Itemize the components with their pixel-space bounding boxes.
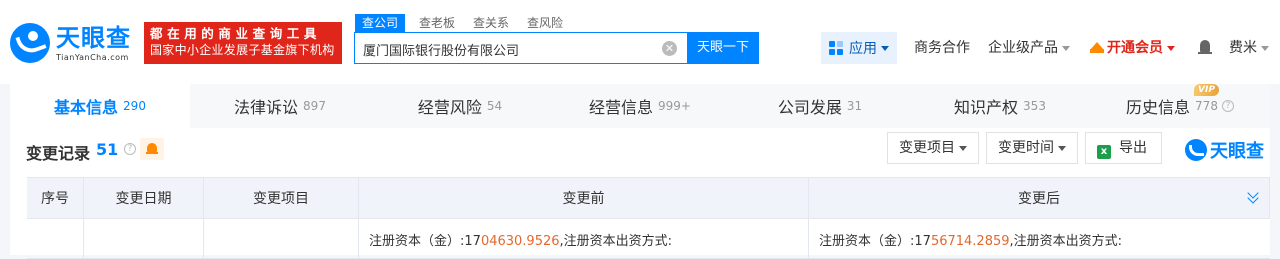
crown-icon [1090, 42, 1104, 53]
nav-business[interactable]: 商务合作 [914, 38, 970, 58]
vip-badge: VIP [1194, 84, 1219, 96]
search-tab-risk[interactable]: 查风险 [527, 14, 563, 32]
filter-change-time[interactable]: 变更时间 [986, 132, 1078, 164]
column-header: 变更项目 [204, 178, 359, 218]
chevron-down-icon [959, 145, 967, 151]
section-count: 51 [96, 140, 119, 159]
table-row: 注册资本（金）:1704630.9526,注册资本出资方式: 注册资本（金）:1… [27, 219, 1270, 259]
filter-label: 变更时间 [998, 140, 1054, 156]
bell-icon[interactable] [1198, 40, 1212, 56]
changed-value: 04630.9526 [480, 234, 560, 249]
nav-user[interactable]: 费米 [1229, 38, 1269, 58]
clear-icon[interactable]: ✕ [662, 41, 677, 56]
nav-vip[interactable]: 开通会员 [1090, 38, 1175, 58]
tab-count: 353 [1023, 99, 1046, 113]
export-button[interactable]: x 导出 [1085, 132, 1162, 164]
promo-line-1: 都在用的商业查询工具 [150, 26, 322, 41]
filter-change-item[interactable]: 变更项目 [887, 132, 979, 164]
search-tab-relation[interactable]: 查关系 [473, 14, 509, 32]
tab-label: 公司发展 [777, 98, 842, 117]
table-header: 序号 变更日期 变更项目 变更前 变更后 [27, 177, 1270, 219]
chevron-down-icon [881, 45, 889, 51]
chevron-down-icon [1167, 45, 1175, 51]
column-header: 变更后 [809, 178, 1270, 218]
tab-count: 897 [303, 99, 326, 113]
column-header: 序号 [27, 178, 84, 218]
company-detail-panel: 基本信息 290 法律诉讼 897 经营风险 54 经营信息 999+ 公司发展 31 知… [10, 84, 1270, 259]
bell-icon[interactable] [140, 138, 164, 160]
site-logo[interactable]: 天眼查 TianYanCha.com [10, 20, 138, 66]
tianyancha-watermark: 天眼查 [1185, 137, 1264, 163]
watermark-text: 天眼查 [1210, 141, 1264, 162]
search-input-value: 厦门国际银行股份有限公司 [363, 44, 520, 59]
apps-menu-button[interactable]: 应用 [821, 32, 897, 64]
logo-mark-icon [1185, 139, 1207, 161]
help-icon[interactable]: ? [124, 143, 136, 155]
chevron-down-icon [1058, 145, 1066, 151]
tab-label: 法律诉讼 [234, 98, 299, 117]
grid-icon [829, 41, 843, 55]
search-input[interactable]: 厦门国际银行股份有限公司 ✕ [354, 32, 687, 64]
tab-count: 999+ [658, 99, 691, 113]
logo-subtitle: TianYanCha.com [56, 52, 129, 62]
tab-legal[interactable]: 法律诉讼 897 [190, 84, 370, 128]
column-header: 变更前 [359, 178, 809, 218]
search-tab-boss[interactable]: 查老板 [419, 14, 455, 32]
tab-operation-info[interactable]: 经营信息 999+ [550, 84, 730, 128]
chevron-down-icon [1062, 45, 1070, 51]
change-record-header: 变更记录 51 ? [10, 128, 1270, 176]
nav-enterprise-products[interactable]: 企业级产品 [988, 38, 1070, 58]
search-tab-company[interactable]: 查公司 [355, 14, 406, 32]
detail-tabs: 基本信息 290 法律诉讼 897 经营风险 54 经营信息 999+ 公司发展 31 知… [10, 84, 1270, 128]
apps-menu-label: 应用 [849, 41, 877, 57]
logo-title: 天眼查 [56, 23, 131, 52]
column-header: 变更日期 [84, 178, 204, 218]
tab-development[interactable]: 公司发展 31 [730, 84, 910, 128]
tab-label: 历史信息 [1126, 98, 1191, 117]
top-header: 天眼查 TianYanCha.com 都在用的商业查询工具 国家中小企业发展子基… [0, 0, 1280, 84]
tab-count: 290 [123, 99, 146, 113]
tab-count: 778 [1195, 99, 1218, 113]
tab-count: 54 [486, 99, 503, 113]
user-name: 费米 [1229, 40, 1257, 56]
help-icon[interactable]: ? [1221, 100, 1234, 112]
cell-after: 注册资本（金）:1756714.2859,注册资本出资方式: [819, 234, 1123, 249]
tab-basic-info[interactable]: 基本信息 290 [10, 84, 190, 128]
nav-enterprise-label: 企业级产品 [988, 40, 1058, 56]
tab-label: 基本信息 [54, 98, 119, 117]
tab-label: 经营风险 [417, 98, 482, 117]
excel-icon: x [1097, 145, 1111, 159]
changed-value: 56714.2859 [930, 234, 1010, 249]
tab-ip[interactable]: 知识产权 353 [910, 84, 1090, 128]
cell-before: 注册资本（金）:1704630.9526,注册资本出资方式: [359, 219, 809, 258]
expand-icon[interactable] [1247, 188, 1261, 208]
tab-label: 经营信息 [589, 98, 654, 117]
export-label: 导出 [1119, 140, 1147, 156]
search-button[interactable]: 天眼一下 [687, 32, 759, 64]
tab-label: 知识产权 [954, 98, 1019, 117]
logo-mark-icon [10, 23, 50, 63]
section-title: 变更记录 [26, 144, 91, 163]
cell-date [84, 219, 204, 258]
search-type-tabs: 查公司 查老板 查关系 查风险 [355, 14, 581, 32]
promo-line-2: 国家中小企业发展子基金旗下机构 [150, 43, 335, 57]
filter-label: 变更项目 [899, 140, 955, 156]
tab-count: 31 [846, 99, 863, 113]
tab-history[interactable]: 历史信息 778? [1090, 84, 1270, 128]
cell-index [27, 219, 84, 258]
cell-item [204, 219, 359, 258]
promo-banner[interactable]: 都在用的商业查询工具 国家中小企业发展子基金旗下机构 [144, 22, 342, 64]
nav-vip-label: 开通会员 [1107, 40, 1163, 56]
chevron-down-icon [1261, 45, 1269, 51]
tab-operation-risk[interactable]: 经营风险 54 [370, 84, 550, 128]
change-record-table: 序号 变更日期 变更项目 变更前 变更后 注册资本（金）:1704630.952… [27, 177, 1270, 259]
